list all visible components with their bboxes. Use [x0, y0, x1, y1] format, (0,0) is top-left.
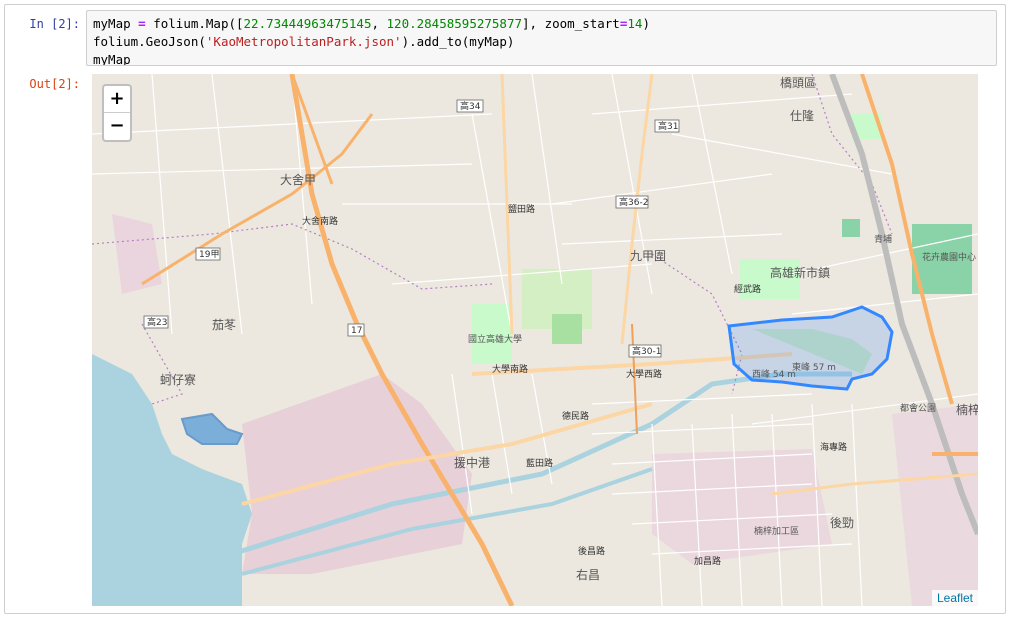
place-youchang: 右昌 — [576, 567, 600, 582]
road-label-houchang: 後昌路 — [578, 545, 605, 557]
map-tiles: 橋頭區 仕隆 大舍甲 九甲圍 高雄新市鎮 國立高雄大學 茄苳 蚵仔寮 援中港 右… — [92, 74, 978, 606]
code-token: 120.28458595275877 — [386, 16, 522, 31]
svg-text:17: 17 — [351, 326, 362, 336]
shield-k34: 高34 — [456, 99, 484, 113]
road-label-haizhuan: 海專路 — [820, 441, 847, 453]
code-token: ).add_to(myMap) — [401, 34, 515, 49]
svg-text:19甲: 19甲 — [199, 249, 219, 260]
input-prompt: In [2]: — [29, 17, 80, 31]
map-output[interactable]: 橋頭區 仕隆 大舍甲 九甲圍 高雄新市鎮 國立高雄大學 茄苳 蚵仔寮 援中港 右… — [92, 74, 978, 606]
leaflet-attribution-link[interactable]: Leaflet — [931, 590, 978, 606]
place-nanzi: 楠梓 — [956, 402, 978, 417]
code-token: , — [371, 16, 387, 31]
peak-xifeng: 西峰 54 m — [752, 369, 796, 380]
shield-17: 17 — [347, 323, 365, 337]
place-nanzi-export: 楠梓加工區 — [754, 525, 799, 537]
code-token: 14 — [627, 16, 643, 31]
road-label-jingwu: 經武路 — [734, 283, 761, 295]
shield-k23: 高23 — [143, 315, 169, 329]
code-token: ], zoom_start — [522, 16, 620, 31]
shield-19jia: 19甲 — [195, 247, 221, 261]
road-label-lantian: 藍田路 — [526, 457, 553, 469]
code-editor[interactable]: myMap = folium.Map([22.73444963475145, 1… — [86, 10, 997, 66]
code-token: myMap — [93, 16, 139, 31]
code-token: ) — [642, 16, 650, 31]
place-dasheju: 大舍甲 — [280, 172, 316, 187]
output-prompt: Out[2]: — [29, 77, 80, 91]
svg-text:高36-2: 高36-2 — [619, 196, 648, 208]
place-houjin: 後勁 — [830, 516, 854, 530]
zoom-control: + − — [102, 84, 132, 142]
place-kezailiao: 蚵仔寮 — [160, 372, 196, 387]
code-line: myMap — [93, 51, 990, 66]
code-token: folium.GeoJson( — [93, 34, 206, 49]
park-university — [472, 304, 512, 364]
code-line: myMap = folium.Map([22.73444963475145, 1… — [93, 15, 990, 33]
code-token: = — [138, 16, 146, 31]
road-label-daxue-south: 大學南路 — [492, 363, 528, 375]
code-line: folium.GeoJson('KaoMetropolitanPark.json… — [93, 33, 990, 51]
code-token: myMap — [93, 52, 131, 66]
place-qiaotou: 橋頭區 — [780, 76, 816, 90]
road-label-daxue-west: 大學西路 — [626, 368, 662, 380]
place-qingpu: 青埔 — [874, 233, 892, 245]
code-token: 'KaoMetropolitanPark.json' — [205, 34, 402, 49]
place-jiujiawei: 九甲圍 — [630, 249, 666, 263]
park-small — [842, 219, 860, 237]
svg-text:高23: 高23 — [147, 316, 167, 328]
place-shilong: 仕隆 — [790, 108, 814, 123]
code-token: folium.Map([ — [145, 16, 244, 31]
zoom-in-button[interactable]: + — [104, 86, 130, 113]
park-pond-area — [552, 314, 582, 344]
place-kaoshin: 高雄新市鎮 — [770, 265, 830, 280]
place-houzhonggang: 援中港 — [454, 455, 490, 470]
place-nanzi-university: 國立高雄大學 — [468, 333, 522, 345]
place-duhui-park: 都會公園 — [900, 402, 936, 414]
road-label-yantian: 鹽田路 — [508, 203, 535, 215]
place-jiadong: 茄苳 — [212, 318, 236, 332]
place-huahui: 花卉農園中心 — [922, 251, 976, 263]
svg-text:高31: 高31 — [658, 120, 678, 132]
code-token: 22.73444963475145 — [243, 16, 372, 31]
svg-text:高34: 高34 — [460, 100, 481, 112]
shield-k30-1: 高30-1 — [628, 344, 661, 358]
road-label-jiachang: 加昌路 — [694, 555, 721, 567]
road-label-dashe-south: 大舍南路 — [302, 215, 338, 227]
svg-text:高30-1: 高30-1 — [632, 345, 661, 357]
peak-dongfeng: 東峰 57 m — [792, 361, 836, 373]
road-label-demin: 德民路 — [562, 410, 589, 422]
shield-k36-2: 高36-2 — [615, 195, 648, 209]
zoom-out-button[interactable]: − — [104, 113, 130, 139]
shield-k31: 高31 — [654, 119, 680, 133]
